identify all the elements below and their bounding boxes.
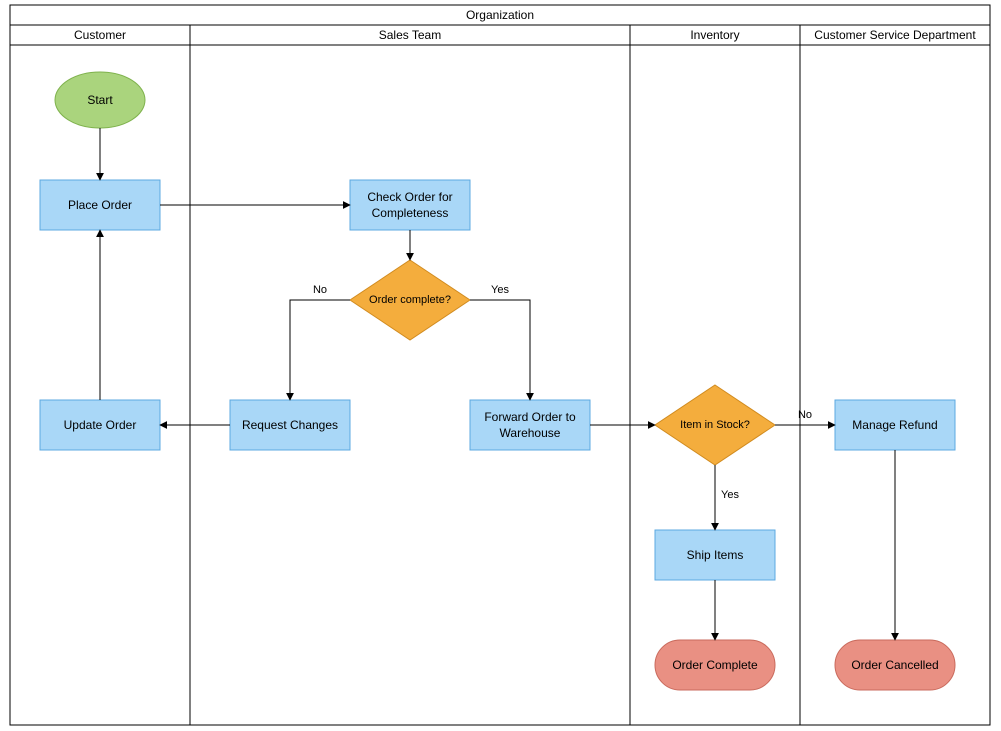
place-order-label: Place Order bbox=[68, 198, 132, 212]
swimlane-diagram: Organization Customer Sales Team Invento… bbox=[0, 0, 1001, 731]
lane-header-csd: Customer Service Department bbox=[814, 28, 976, 42]
request-changes-label: Request Changes bbox=[242, 418, 338, 432]
manage-refund-label: Manage Refund bbox=[852, 418, 937, 432]
edge-decision-no bbox=[290, 300, 350, 400]
forward-order-label-2: Warehouse bbox=[500, 426, 561, 440]
order-complete-end-label: Order Complete bbox=[672, 658, 758, 672]
edge-stock-no-label: No bbox=[798, 409, 812, 421]
order-cancelled-end-label: Order Cancelled bbox=[851, 658, 938, 672]
lane-header-sales: Sales Team bbox=[379, 28, 441, 42]
check-order-node bbox=[350, 180, 470, 230]
edge-decision-yes-label: Yes bbox=[491, 284, 509, 296]
item-in-stock-decision-label: Item in Stock? bbox=[680, 419, 750, 431]
edge-decision-no-label: No bbox=[313, 284, 327, 296]
order-complete-decision-label: Order complete? bbox=[369, 294, 451, 306]
forward-order-label-1: Forward Order to bbox=[484, 410, 576, 424]
pool-title: Organization bbox=[466, 8, 534, 22]
edge-decision-yes bbox=[470, 300, 530, 400]
check-order-label-1: Check Order for bbox=[367, 190, 452, 204]
update-order-label: Update Order bbox=[64, 418, 137, 432]
lane-header-inventory: Inventory bbox=[690, 28, 739, 42]
lane-header-customer: Customer bbox=[74, 28, 126, 42]
check-order-label-2: Completeness bbox=[372, 206, 449, 220]
start-label: Start bbox=[87, 93, 113, 107]
ship-items-label: Ship Items bbox=[687, 548, 744, 562]
forward-order-node bbox=[470, 400, 590, 450]
edge-stock-yes-label: Yes bbox=[721, 489, 739, 501]
